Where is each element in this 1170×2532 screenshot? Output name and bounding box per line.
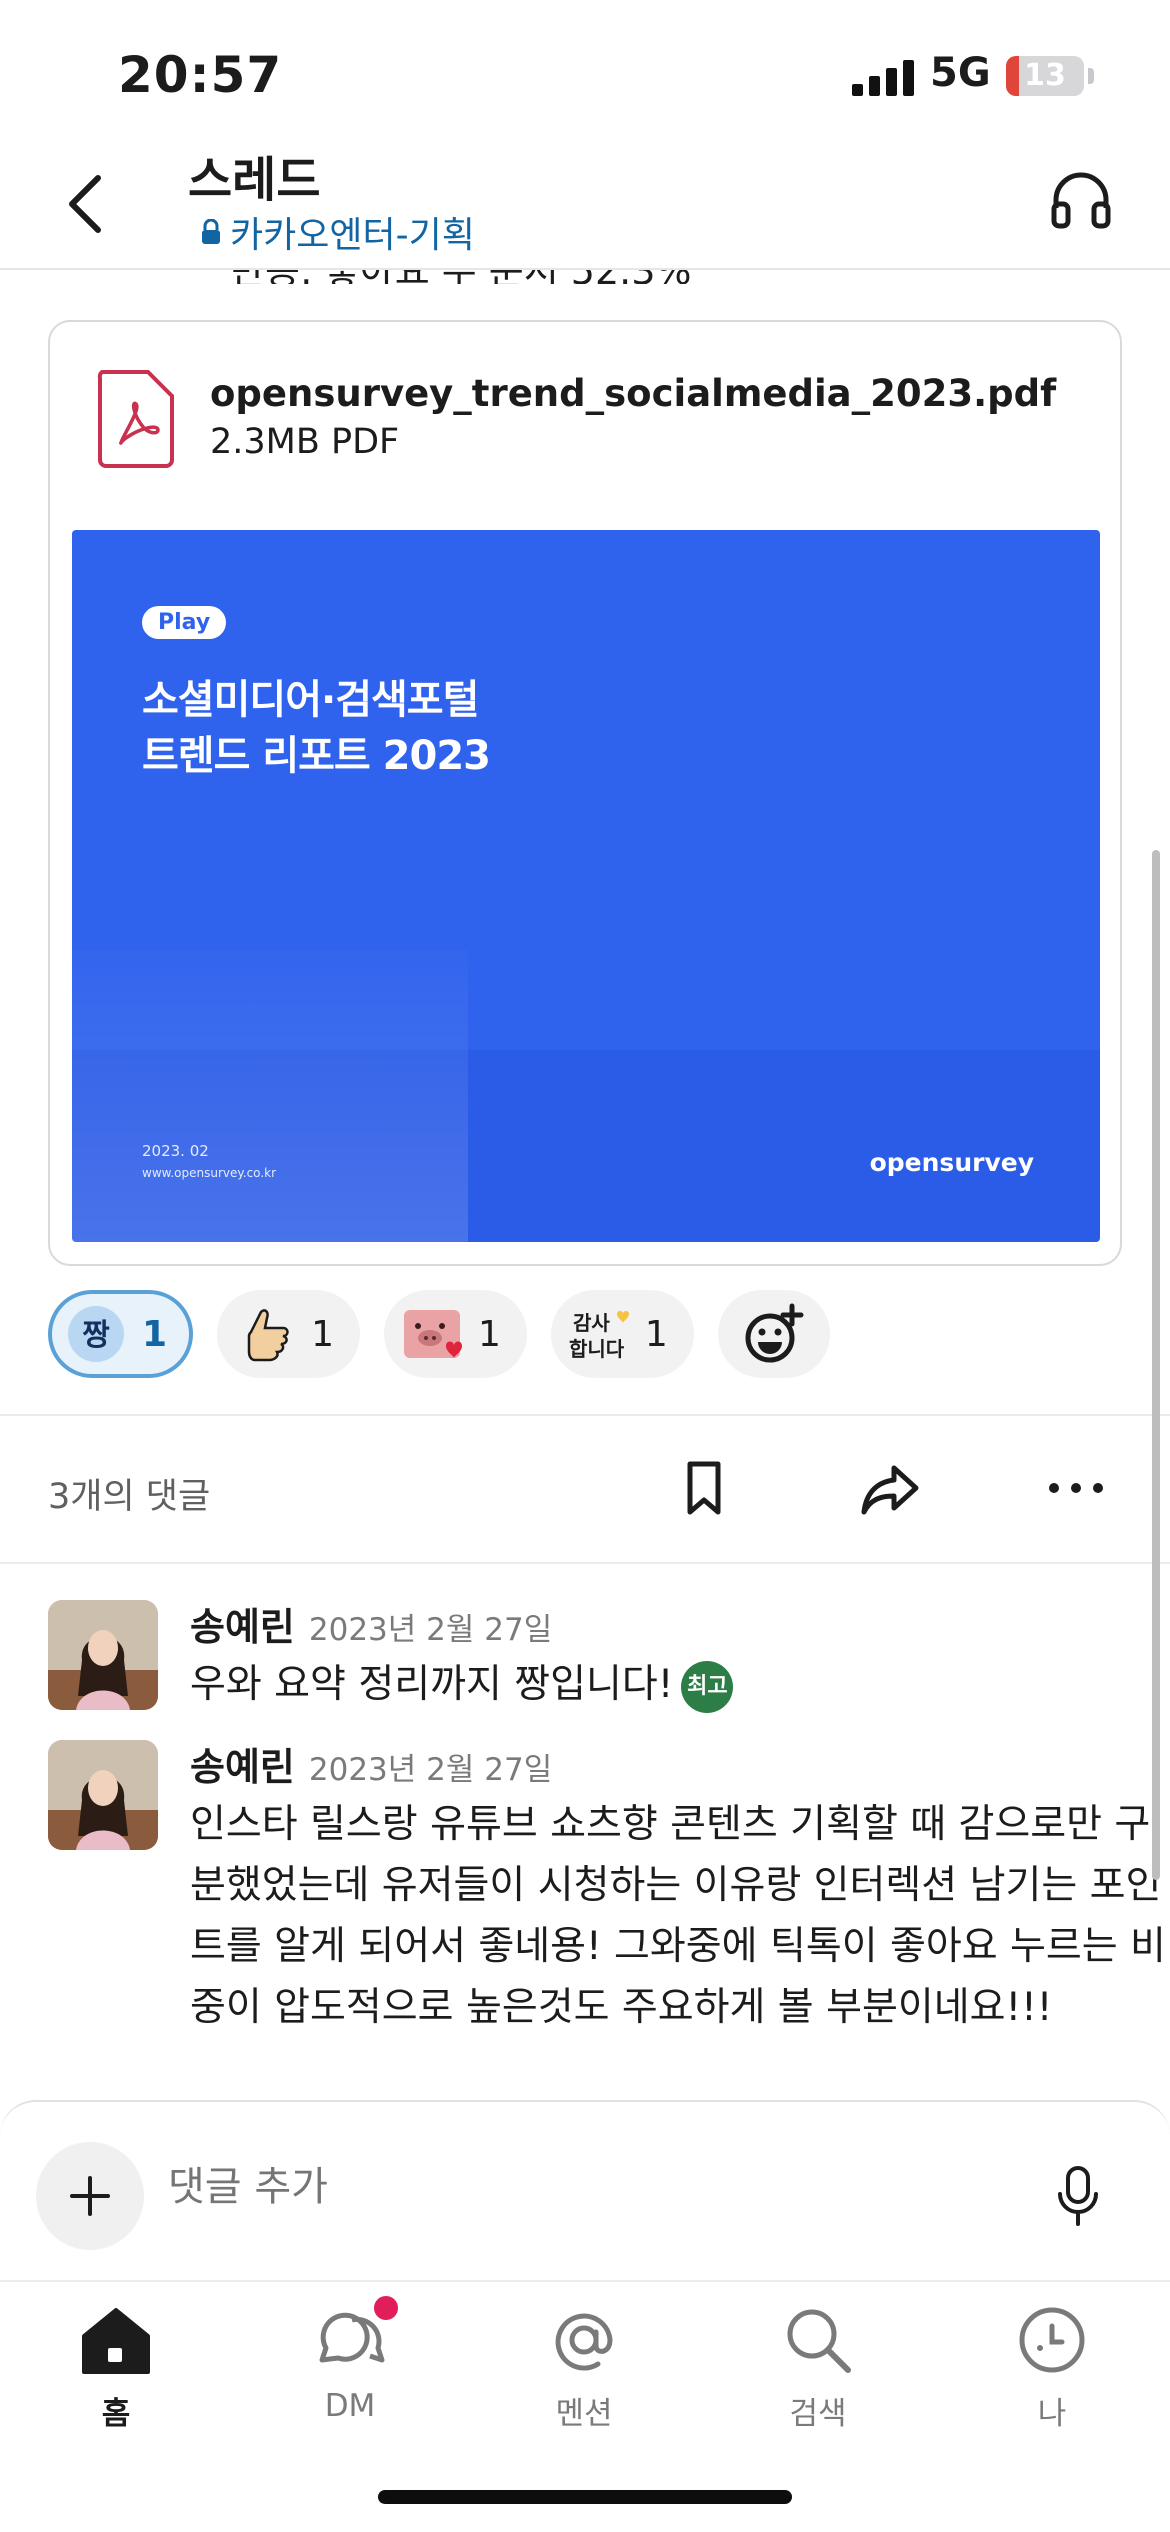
channel-name: 카카오엔터-기획: [230, 215, 475, 256]
tab-mentions[interactable]: 멘션: [504, 2302, 664, 2433]
tab-label: 검색: [789, 2396, 847, 2432]
reaction-count: 1: [644, 1313, 668, 1355]
svg-text:감사: 감사: [573, 1311, 610, 1335]
tab-label: 홈: [101, 2396, 131, 2432]
profile-status-icon: [1019, 2307, 1085, 2373]
pdf-attachment-card[interactable]: opensurvey_trend_socialmedia_2023.pdf 2.…: [48, 320, 1122, 1266]
tab-label: DM: [324, 2388, 376, 2424]
message-body: 인스타 릴스랑 유튜브 쇼츠향 콘텐츠 기획할 때 감으로만 구분했었는데 유저…: [190, 1802, 1166, 2030]
battery-level: 13: [1024, 58, 1066, 93]
preview-badge: Play: [142, 606, 227, 639]
pig-heart-emoji-icon: [403, 1310, 462, 1358]
tab-search[interactable]: 검색: [738, 2302, 898, 2433]
best-emoji-icon: 최고: [681, 1660, 734, 1713]
channel-link[interactable]: 카카오엔터-기획: [200, 206, 475, 258]
headphones-icon[interactable]: [1048, 168, 1114, 234]
comment-count[interactable]: 3개의 댓글: [48, 1468, 210, 1519]
file-name: opensurvey_trend_socialmedia_2023.pdf: [210, 372, 1057, 415]
preview-brand-logo: opensurvey: [869, 1148, 1034, 1177]
message-date: 2023년 2월 27일: [308, 1752, 553, 1788]
back-chevron-icon[interactable]: [58, 164, 118, 244]
message[interactable]: 송예린 2023년 2월 27일 우와 요약 정리까지 짱입니다! 최고: [48, 1600, 1128, 1720]
reaction-count: 1: [142, 1313, 168, 1355]
svg-text:합니다: 합니다: [569, 1337, 625, 1361]
author-name[interactable]: 송예린: [190, 1745, 295, 1789]
comment-input[interactable]: [168, 2164, 868, 2210]
add-emoji-icon: [745, 1303, 804, 1363]
thread-header: 스레드 카카오엔터-기획: [0, 140, 1170, 270]
message-author[interactable]: 송예린 2023년 2월 27일: [190, 1736, 552, 1791]
message-body: 우와 요약 정리까지 짱입니다! 최고: [190, 1654, 1170, 1715]
at-sign-icon: [555, 2313, 613, 2371]
divider: [0, 1562, 1170, 1564]
preview-date: 2023. 02: [142, 1142, 209, 1160]
svg-text:짱: 짱: [82, 1318, 110, 1353]
reaction-count: 1: [311, 1313, 334, 1355]
add-attachment-button[interactable]: [36, 2142, 144, 2250]
message-date: 2023년 2월 27일: [308, 1612, 553, 1648]
thanks-emoji-icon: 감사 합니다: [569, 1311, 629, 1361]
tab-bar: 홈 DM 멘션 검색 나: [0, 2280, 1170, 2532]
plus-icon: [70, 2176, 110, 2216]
home-icon: [82, 2308, 150, 2374]
tab-dm[interactable]: DM: [270, 2292, 430, 2424]
network-label: 5G: [930, 50, 991, 96]
status-bar: 20:57 5G 13: [0, 0, 1170, 140]
bookmark-icon[interactable]: [672, 1456, 736, 1520]
avatar[interactable]: [48, 1600, 158, 1710]
tab-home[interactable]: 홈: [36, 2302, 196, 2433]
reaction-thanks[interactable]: 감사 합니다 1: [550, 1290, 694, 1378]
scrollbar[interactable]: [1152, 850, 1160, 1880]
tab-label: 멘션: [555, 2396, 613, 2432]
signal-icon: [852, 60, 914, 96]
more-options-icon[interactable]: [1044, 1456, 1108, 1520]
battery-icon: 13: [1006, 56, 1084, 96]
file-meta: 2.3MB PDF: [210, 422, 400, 462]
search-icon: [787, 2309, 851, 2373]
comment-composer: [0, 2100, 1170, 2280]
message-author[interactable]: 송예린 2023년 2월 27일: [190, 1596, 552, 1651]
pdf-file-icon: [97, 370, 174, 468]
divider: [0, 1414, 1170, 1416]
preview-title-line2: 트렌드 리포트 2023: [142, 733, 491, 779]
page-title: 스레드: [188, 152, 321, 208]
add-reaction-button[interactable]: [717, 1290, 830, 1378]
preview-url: www.opensurvey.co.kr: [142, 1166, 277, 1180]
home-indicator: [378, 2490, 792, 2504]
notification-dot: [370, 2292, 402, 2324]
message-text: 우와 요약 정리까지 짱입니다!: [190, 1662, 674, 1707]
share-icon[interactable]: [858, 1456, 922, 1520]
reaction-jjang[interactable]: 짱 1: [48, 1290, 194, 1378]
preview-title-line1: 소셜미디어·검색포털: [142, 677, 479, 723]
clipped-previous-line: 반응: 좋아요 수 순서 52.3%: [230, 270, 830, 284]
microphone-icon[interactable]: [1052, 2164, 1104, 2228]
author-name[interactable]: 송예린: [190, 1605, 295, 1649]
jjang-emoji-icon: 짱: [68, 1306, 124, 1362]
preview-title: 소셜미디어·검색포털 트렌드 리포트 2023: [142, 672, 491, 784]
avatar[interactable]: [48, 1740, 158, 1850]
battery-nub: [1088, 68, 1094, 84]
tab-me[interactable]: 나: [972, 2302, 1132, 2433]
reaction-pig-heart[interactable]: 1: [383, 1290, 527, 1378]
status-time: 20:57: [118, 46, 283, 104]
reaction-thumbs-up[interactable]: 1: [217, 1290, 360, 1378]
preview-shade: [72, 950, 468, 1242]
thumbs-up-icon: [247, 1309, 289, 1362]
lock-icon: [202, 219, 220, 244]
pdf-preview[interactable]: Play 소셜미디어·검색포털 트렌드 리포트 2023 2023. 02 ww…: [72, 530, 1100, 1242]
reaction-count: 1: [477, 1313, 501, 1355]
message[interactable]: 송예린 2023년 2월 27일 인스타 릴스랑 유튜브 쇼츠향 콘텐츠 기획할 …: [48, 1740, 1166, 2080]
tab-label: 나: [1037, 2396, 1067, 2432]
reaction-bar: 짱 1 1 1 감사 합니다 1: [48, 1290, 830, 1378]
